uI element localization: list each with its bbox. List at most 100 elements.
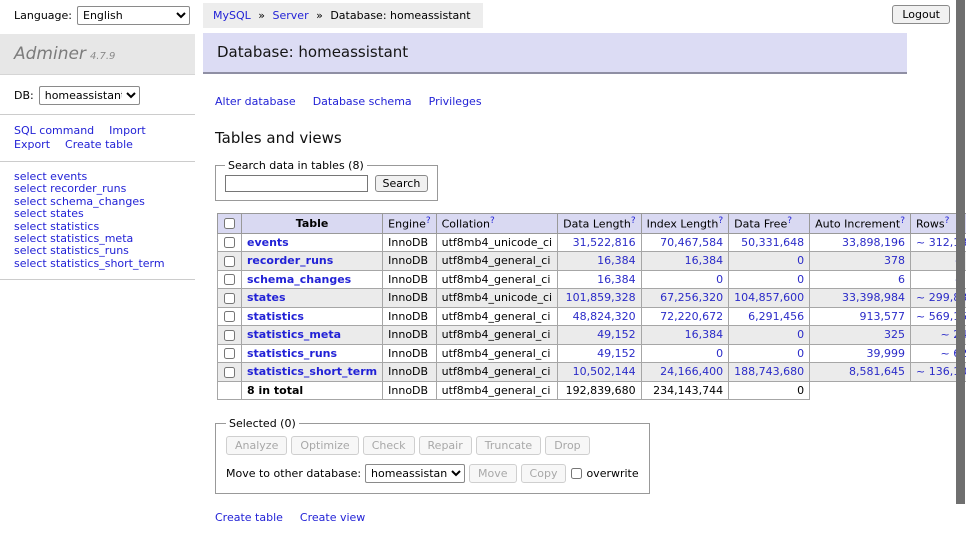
data-length-cell-link[interactable]: 101,859,328 xyxy=(566,291,636,304)
row-checkbox[interactable] xyxy=(224,330,235,341)
row-checkbox-cell xyxy=(218,307,242,326)
row-checkbox[interactable] xyxy=(224,237,235,248)
breadcrumb-link-server[interactable]: Server xyxy=(273,9,309,22)
table-name-cell: statistics xyxy=(242,307,383,326)
row-checkbox[interactable] xyxy=(224,311,235,322)
db-label: DB: xyxy=(14,89,34,102)
table-link-statistics_runs[interactable]: statistics_runs xyxy=(247,347,337,360)
auto-increment-cell-link[interactable]: 6 xyxy=(898,273,905,286)
sidebar-link-sql-command[interactable]: SQL command xyxy=(14,124,94,137)
row-checkbox-cell xyxy=(218,344,242,363)
index-length-cell-link[interactable]: 24,166,400 xyxy=(660,365,723,378)
total-engine-cell: InnoDB xyxy=(383,381,436,399)
data-free-cell-link[interactable]: 0 xyxy=(797,347,804,360)
link-privileges[interactable]: Privileges xyxy=(429,95,482,108)
sidebar-link-import[interactable]: Import xyxy=(109,124,146,137)
sidebar-link-create-table[interactable]: Create table xyxy=(65,138,133,151)
data-free-cell-link[interactable]: 0 xyxy=(797,273,804,286)
column-header-collation: Collation? xyxy=(436,214,557,234)
row-checkbox-cell xyxy=(218,289,242,308)
link-database-schema[interactable]: Database schema xyxy=(313,95,412,108)
table-link-statistics_meta[interactable]: statistics_meta xyxy=(247,328,341,341)
sidebar-divider xyxy=(0,279,195,280)
index-length-cell-link[interactable]: 72,220,672 xyxy=(660,310,723,323)
index-length-cell-link[interactable]: 67,256,320 xyxy=(660,291,723,304)
table-link-statistics[interactable]: statistics xyxy=(247,310,304,323)
column-help-icon[interactable]: ? xyxy=(631,216,636,226)
row-checkbox[interactable] xyxy=(224,256,235,267)
table-link-statistics_short_term[interactable]: statistics_short_term xyxy=(247,365,377,378)
index-length-cell-link[interactable]: 0 xyxy=(716,347,723,360)
data-length-cell-link[interactable]: 10,502,144 xyxy=(573,365,636,378)
auto-increment-cell-link[interactable]: 33,398,984 xyxy=(842,291,905,304)
row-checkbox[interactable] xyxy=(224,274,235,285)
index-length-cell-link[interactable]: 0 xyxy=(716,273,723,286)
auto-increment-cell-link[interactable]: 8,581,645 xyxy=(849,365,905,378)
table-row: statistics_short_termInnoDButf8mb4_gener… xyxy=(218,363,966,382)
index-length-cell-link[interactable]: 16,384 xyxy=(685,254,724,267)
data-length-cell: 101,859,328 xyxy=(558,289,641,308)
column-header-data-length: Data Length? xyxy=(558,214,641,234)
link-alter-database[interactable]: Alter database xyxy=(215,95,296,108)
logout-button[interactable]: Logout xyxy=(892,5,950,24)
row-checkbox[interactable] xyxy=(224,348,235,359)
page-title: Database: homeassistant xyxy=(203,33,907,74)
data-length-cell-link[interactable]: 49,152 xyxy=(597,347,636,360)
data-length-cell-link[interactable]: 16,384 xyxy=(597,273,636,286)
move-database-select[interactable]: homeassistant xyxy=(365,464,465,483)
auto-increment-cell-link[interactable]: 325 xyxy=(884,328,905,341)
data-length-cell-link[interactable]: 48,824,320 xyxy=(573,310,636,323)
data-free-cell-link[interactable]: 50,331,648 xyxy=(741,236,804,249)
column-help-icon[interactable]: ? xyxy=(787,216,792,226)
search-input[interactable] xyxy=(225,175,368,192)
overwrite-checkbox[interactable] xyxy=(571,468,582,479)
data-free-cell-link[interactable]: 104,857,600 xyxy=(734,291,804,304)
column-help-icon[interactable]: ? xyxy=(490,216,495,226)
row-checkbox[interactable] xyxy=(224,293,235,304)
column-help-icon[interactable]: ? xyxy=(426,216,431,226)
data-free-cell-link[interactable]: 188,743,680 xyxy=(734,365,804,378)
total-data-length-cell: 192,839,680 xyxy=(558,381,641,399)
language-select[interactable]: English xyxy=(77,6,190,25)
column-help-icon[interactable]: ? xyxy=(900,216,905,226)
move-row: Move to other database:homeassistantMove… xyxy=(226,464,639,483)
link-create-table[interactable]: Create table xyxy=(215,511,283,524)
auto-increment-cell-link[interactable]: 39,999 xyxy=(867,347,906,360)
select-all-checkbox[interactable] xyxy=(224,218,235,229)
auto-increment-cell-link[interactable]: 33,898,196 xyxy=(842,236,905,249)
sidebar-item-select-states[interactable]: select states xyxy=(14,208,195,220)
sidebar-item-select-recorder_runs[interactable]: select recorder_runs xyxy=(14,183,195,195)
data-free-cell-link[interactable]: 0 xyxy=(797,328,804,341)
table-link-recorder_runs[interactable]: recorder_runs xyxy=(247,254,333,267)
column-header-label: Index Length xyxy=(647,218,719,231)
index-length-cell-link[interactable]: 70,467,584 xyxy=(660,236,723,249)
data-length-cell-link[interactable]: 16,384 xyxy=(597,254,636,267)
column-help-icon[interactable]: ? xyxy=(945,216,950,226)
index-length-cell: 72,220,672 xyxy=(641,307,729,326)
column-help-icon[interactable]: ? xyxy=(718,216,723,226)
db-select[interactable]: homeassistant xyxy=(39,86,140,105)
auto-increment-cell-link[interactable]: 378 xyxy=(884,254,905,267)
sidebar-item-select-statistics_short_term[interactable]: select statistics_short_term xyxy=(14,258,195,270)
table-link-events[interactable]: events xyxy=(247,236,289,249)
index-length-cell: 16,384 xyxy=(641,252,729,271)
sidebar-item-select-statistics_runs[interactable]: select statistics_runs xyxy=(14,245,195,257)
data-length-cell-link[interactable]: 49,152 xyxy=(597,328,636,341)
collation-cell: utf8mb4_general_ci xyxy=(436,344,557,363)
data-free-cell-link[interactable]: 6,291,456 xyxy=(748,310,804,323)
auto-increment-cell-link[interactable]: 913,577 xyxy=(860,310,906,323)
table-link-schema_changes[interactable]: schema_changes xyxy=(247,273,351,286)
table-link-states[interactable]: states xyxy=(247,291,286,304)
language-row: Language:English xyxy=(14,6,195,25)
table-name-cell: schema_changes xyxy=(242,270,383,289)
collation-cell: utf8mb4_general_ci xyxy=(436,270,557,289)
vertical-scrollbar-thumb[interactable] xyxy=(956,0,965,504)
row-checkbox[interactable] xyxy=(224,367,235,378)
search-button[interactable]: Search xyxy=(375,175,429,192)
link-create-view[interactable]: Create view xyxy=(300,511,365,524)
data-free-cell-link[interactable]: 0 xyxy=(797,254,804,267)
breadcrumb-link-mysql[interactable]: MySQL xyxy=(213,9,251,22)
sidebar-link-export[interactable]: Export xyxy=(14,138,50,151)
index-length-cell-link[interactable]: 16,384 xyxy=(685,328,724,341)
data-length-cell-link[interactable]: 31,522,816 xyxy=(573,236,636,249)
